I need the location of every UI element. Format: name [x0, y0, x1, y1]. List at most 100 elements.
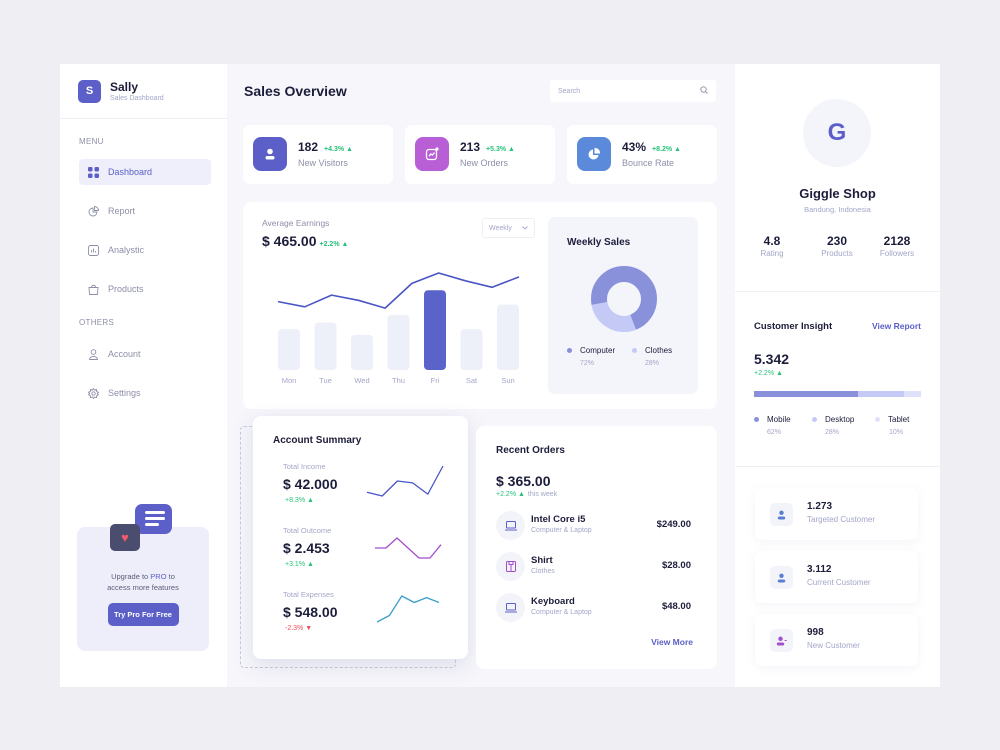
stat-card-new-visitors[interactable]: 182 +4.3% ▲ New Visitors [243, 125, 393, 184]
customer-card-current[interactable]: 3.112 Current Customer [755, 551, 918, 603]
account-summary-card[interactable]: Account Summary Total Income $ 42.000 +8… [253, 416, 468, 659]
user-icon [87, 348, 99, 360]
bar-segment-desktop [857, 391, 905, 397]
order-name: Keyboard [531, 596, 575, 607]
legend-computer-percent: 72% [580, 360, 595, 367]
sidebar-item-label: Analystic [108, 245, 145, 255]
profile-stat-rating: 4.8 Rating [760, 234, 784, 258]
brand-logo: S [78, 79, 101, 103]
promo-text: Upgrade to PRO to access more features [107, 572, 179, 592]
earnings-chart: Mon Tue Wed Thu Fri Sat Sun [277, 272, 520, 385]
sidebar-item-report[interactable]: Report [79, 198, 211, 224]
trend-image-icon [415, 137, 449, 171]
customer-label: New Customer [807, 641, 860, 650]
legend-desktop-percent: 28% [825, 429, 840, 436]
bar-segment-mobile [754, 391, 858, 397]
stat-label: New Visitors [298, 158, 348, 168]
try-pro-button[interactable]: Try Pro For Free [107, 603, 179, 626]
page-title: Sales Overview [244, 83, 347, 99]
chevron-down-icon [522, 225, 528, 232]
income-sparkline [366, 465, 444, 497]
sidebar-item-account[interactable]: Account [79, 341, 211, 367]
order-price: $48.00 [661, 601, 691, 612]
chat-bubble-icon [135, 504, 172, 534]
weekly-sales-card: Weekly Sales Computer 72% Clothes 28% [548, 217, 698, 394]
x-tick-label: Sun [501, 376, 514, 385]
sidebar-item-dashboard[interactable]: Dashboard [79, 159, 211, 185]
x-tick-label: Mon [282, 376, 297, 385]
stat-card-new-orders[interactable]: 213 +5.3% ▲ New Orders [405, 125, 555, 184]
laptop-icon [496, 511, 525, 540]
divider [735, 291, 940, 292]
summary-value: $ 2.453 [283, 540, 330, 556]
sidebar-item-analystic[interactable]: Analystic [79, 237, 211, 263]
stat-change: +4.3% ▲ [324, 146, 353, 153]
customer-insight-change: +2.2% ▲ [754, 370, 783, 377]
customer-count: 1.273 [807, 501, 833, 512]
shop-location: Bandung, Indonesia [804, 205, 871, 214]
sidebar-item-label: Report [108, 206, 136, 216]
sparkline-path [366, 465, 444, 497]
customer-insight-title: Customer Insight [754, 321, 833, 332]
sidebar-item-settings[interactable]: Settings [79, 380, 211, 406]
pie-chart-icon [87, 205, 99, 217]
stat-label: New Orders [460, 158, 509, 168]
brand-name: Sally [110, 80, 139, 94]
order-category: Computer & Laptop [531, 609, 592, 616]
divider [735, 466, 940, 467]
bar-sun[interactable] [497, 304, 519, 370]
search-icon[interactable] [700, 86, 708, 96]
summary-change: +3.1% ▲ [285, 561, 314, 568]
sparkline-path [375, 537, 442, 559]
user-icon [770, 503, 793, 526]
view-more-link[interactable]: View More [651, 637, 693, 647]
bar-thu[interactable] [387, 314, 410, 370]
order-name: Intel Core i5 [531, 514, 586, 525]
order-category: Computer & Laptop [531, 527, 592, 534]
stat-value: 43% [622, 140, 647, 154]
customer-count: 3.112 [807, 564, 832, 575]
bar-segment-tablet [904, 391, 921, 397]
profile-stat-products: 230 Products [821, 234, 853, 258]
legend-clothes: Clothes [632, 346, 672, 355]
period-dropdown[interactable]: Weekly [482, 218, 535, 238]
customer-card-new[interactable]: 998 New Customer [755, 614, 918, 666]
summary-label: Total Expenses [283, 590, 334, 599]
customer-label: Current Customer [807, 578, 871, 587]
stat-card-bounce-rate[interactable]: 43% +8.2% ▲ Bounce Rate [567, 125, 717, 184]
legend-dot [875, 417, 880, 422]
summary-label: Total Outcome [283, 526, 332, 535]
bar-sat[interactable] [460, 329, 483, 370]
bar-mon[interactable] [278, 329, 300, 370]
menu-section-label: MENU [79, 137, 104, 146]
order-row[interactable]: Keyboard Computer & Laptop $48.00 [496, 593, 691, 622]
legend-tablet-percent: 10% [889, 429, 904, 436]
customer-card-targeted[interactable]: 1.273 Targeted Customer [755, 488, 918, 540]
recent-orders-total: $ 365.00 [496, 473, 551, 489]
summary-change: +8.3% ▲ [285, 497, 314, 504]
order-price: $28.00 [661, 560, 691, 571]
brand-subtitle: Sales Dashboard [110, 95, 164, 102]
bar-tue[interactable] [314, 322, 337, 371]
recent-orders-card: Recent Orders $ 365.00 +2.2% ▲ this week … [476, 426, 717, 669]
stat-change: +5.3% ▲ [486, 146, 515, 153]
x-tick-label: Tue [319, 376, 332, 385]
bar-fri[interactable] [424, 290, 446, 370]
order-row[interactable]: Intel Core i5 Computer & Laptop $249.00 [496, 511, 691, 540]
view-report-link[interactable]: View Report [872, 321, 921, 331]
customer-label: Targeted Customer [807, 515, 876, 524]
order-category: Clothes [531, 568, 555, 575]
x-tick-label: Sat [466, 376, 478, 385]
grid-icon [87, 166, 99, 178]
period-selected: Weekly [489, 224, 512, 232]
pie-chart-icon [577, 137, 611, 171]
recent-orders-change: +2.2% ▲ this week [496, 491, 558, 498]
shop-avatar: G [803, 99, 871, 167]
search-input[interactable]: Search [550, 80, 716, 102]
legend-computer: Computer [567, 346, 615, 355]
bar-wed[interactable] [351, 334, 373, 370]
order-row[interactable]: Shirt Clothes $28.00 [496, 552, 691, 581]
account-summary-title: Account Summary [273, 435, 362, 446]
sidebar-item-label: Settings [108, 388, 141, 398]
sidebar-item-products[interactable]: Products [79, 276, 211, 302]
